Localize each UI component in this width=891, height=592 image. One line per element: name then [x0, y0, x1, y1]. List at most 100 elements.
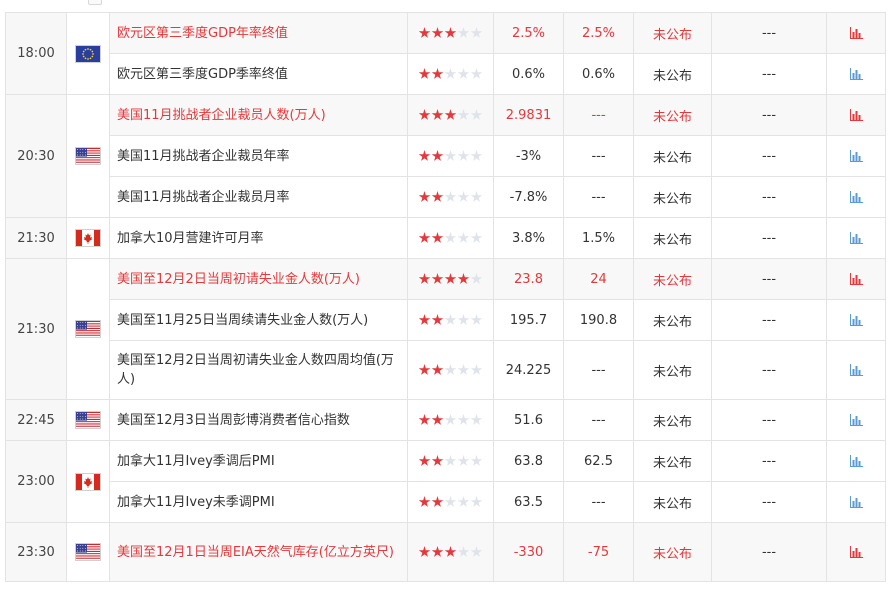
- chart-link[interactable]: [826, 217, 886, 259]
- importance-cell: [407, 440, 494, 482]
- importance-stars: [418, 190, 483, 205]
- importance-cell: [407, 481, 494, 523]
- chart-link[interactable]: [826, 94, 886, 136]
- star-filled-icon: [431, 232, 444, 243]
- release-status: 未公布: [633, 12, 712, 54]
- previous-row-stub: [0, 0, 891, 12]
- event-row[interactable]: 美国11月挑战者企业裁员月率 -7.8% --- 未公布 ---: [6, 176, 886, 218]
- country-flag-cell: [66, 399, 110, 441]
- event-name[interactable]: 美国至11月25日当周续请失业金人数(万人): [109, 299, 408, 341]
- event-name[interactable]: 美国11月挑战者企业裁员月率: [109, 176, 408, 218]
- event-row[interactable]: 欧元区第三季度GDP季率终值 0.6% 0.6% 未公布 ---: [6, 53, 886, 95]
- impact-value: ---: [711, 522, 827, 582]
- event-name[interactable]: 美国至12月2日当周初请失业金人数(万人): [109, 258, 408, 300]
- chart-link[interactable]: [826, 135, 886, 177]
- importance-stars: [418, 545, 483, 560]
- chart-link[interactable]: [826, 258, 886, 300]
- star-empty-icon: [444, 414, 457, 425]
- importance-stars: [418, 495, 483, 510]
- event-row[interactable]: 美国至11月25日当周续请失业金人数(万人) 195.7 190.8 未公布 ---: [6, 299, 886, 341]
- previous-value: 63.8: [493, 440, 564, 482]
- release-status: 未公布: [633, 94, 712, 136]
- star-empty-icon: [444, 232, 457, 243]
- star-filled-icon: [418, 109, 431, 120]
- event-row[interactable]: 20:30 美国11月挑战者企业裁员人数(万人) 2.9831 --- 未公布 ---: [5, 94, 886, 218]
- star-filled-icon: [431, 27, 444, 38]
- chart-link[interactable]: [826, 176, 886, 218]
- event-name[interactable]: 欧元区第三季度GDP季率终值: [109, 53, 408, 95]
- star-empty-icon: [457, 232, 470, 243]
- impact-value: ---: [711, 481, 827, 523]
- release-time: 23:30: [5, 522, 67, 582]
- event-row[interactable]: 22:45 美国至12月3日当周彭博消费者信心指数 51.6 --- 未公布 ---: [5, 399, 886, 441]
- event-row[interactable]: 23:30 美国至12月1日当周EIA天然气库存(亿立方英尺) -330 -75 未公布…: [5, 522, 886, 582]
- event-name[interactable]: 欧元区第三季度GDP年率终值: [109, 12, 408, 54]
- chart-link[interactable]: [826, 481, 886, 523]
- event-row[interactable]: 18:00 欧元区第三季度GDP年率终值 2.5% 2.5% 未公布 ---: [5, 12, 886, 95]
- event-name[interactable]: 加拿大10月营建许可月率: [109, 217, 408, 259]
- release-time: 18:00: [5, 12, 67, 95]
- previous-value: 0.6%: [493, 53, 564, 95]
- event-row[interactable]: 加拿大11月Ivey未季调PMI 63.5 --- 未公布 ---: [6, 481, 886, 523]
- release-status: 未公布: [633, 481, 712, 523]
- chart-link[interactable]: [826, 399, 886, 441]
- chart-link[interactable]: [826, 299, 886, 341]
- bar-chart-icon: [849, 27, 863, 39]
- event-name[interactable]: 美国11月挑战者企业裁员年率: [109, 135, 408, 177]
- star-filled-icon: [418, 314, 431, 325]
- event-row[interactable]: 21:30 美国至12月2日当周初请失业金人数(万人) 23.8 24 未公布 ---: [5, 258, 886, 400]
- event-name[interactable]: 美国至12月3日当周彭博消费者信心指数: [109, 399, 408, 441]
- event-name[interactable]: 加拿大11月Ivey季调后PMI: [109, 440, 408, 482]
- forecast-value: 62.5: [563, 440, 634, 482]
- forecast-value: 2.5%: [563, 12, 634, 54]
- event-row[interactable]: 21:30 加拿大10月营建许可月率 3.8% 1.5% 未公布 ---: [5, 217, 886, 259]
- star-empty-icon: [444, 314, 457, 325]
- bar-chart-icon: [849, 109, 863, 121]
- previous-value: 3.8%: [493, 217, 564, 259]
- release-status: 未公布: [633, 176, 712, 218]
- ca-flag-icon: [76, 230, 100, 246]
- impact-value: ---: [711, 299, 827, 341]
- importance-cell: [407, 176, 494, 218]
- release-time: 20:30: [5, 94, 67, 218]
- release-time: 23:00: [5, 440, 67, 523]
- impact-value: ---: [711, 176, 827, 218]
- star-filled-icon: [431, 455, 444, 466]
- importance-cell: [407, 258, 494, 300]
- star-filled-icon: [431, 314, 444, 325]
- event-row[interactable]: 美国至12月2日当周初请失业金人数四周均值(万人) 24.225 --- 未公布 ---: [6, 340, 886, 400]
- star-empty-icon: [457, 150, 470, 161]
- chart-link[interactable]: [826, 522, 886, 582]
- star-empty-icon: [470, 496, 483, 507]
- bar-chart-icon: [849, 191, 863, 203]
- star-empty-icon: [470, 414, 483, 425]
- event-name[interactable]: 加拿大11月Ivey未季调PMI: [109, 481, 408, 523]
- release-status: 未公布: [633, 135, 712, 177]
- star-filled-icon: [431, 496, 444, 507]
- chart-link[interactable]: [826, 340, 886, 400]
- event-name[interactable]: 美国11月挑战者企业裁员人数(万人): [109, 94, 408, 136]
- event-name[interactable]: 美国至12月1日当周EIA天然气库存(亿立方英尺): [109, 522, 408, 582]
- star-empty-icon: [470, 27, 483, 38]
- importance-stars: [418, 149, 483, 164]
- bar-chart-icon: [849, 455, 863, 467]
- event-name[interactable]: 美国至12月2日当周初请失业金人数四周均值(万人): [109, 340, 408, 400]
- importance-stars: [418, 454, 483, 469]
- us-flag-icon: [76, 412, 100, 428]
- importance-cell: [407, 135, 494, 177]
- event-row[interactable]: 美国11月挑战者企业裁员年率 -3% --- 未公布 ---: [6, 135, 886, 177]
- chart-link[interactable]: [826, 12, 886, 54]
- previous-value: 2.5%: [493, 12, 564, 54]
- star-filled-icon: [431, 191, 444, 202]
- event-row[interactable]: 23:00 加拿大11月Ivey季调后PMI 63.8 62.5 未公布 ---: [5, 440, 886, 523]
- star-empty-icon: [470, 232, 483, 243]
- release-time: 21:30: [5, 258, 67, 400]
- star-filled-icon: [418, 414, 431, 425]
- chart-link[interactable]: [826, 440, 886, 482]
- star-empty-icon: [457, 68, 470, 79]
- eu-flag-icon: [76, 45, 100, 62]
- impact-value: ---: [711, 12, 827, 54]
- importance-cell: [407, 217, 494, 259]
- star-empty-icon: [457, 455, 470, 466]
- chart-link[interactable]: [826, 53, 886, 95]
